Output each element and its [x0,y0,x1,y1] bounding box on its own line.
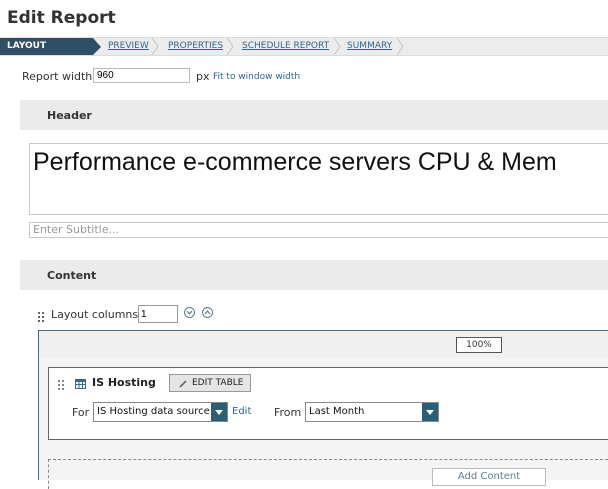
add-content-button[interactable]: Add Content [432,468,546,486]
column-width-input[interactable]: 100% [456,337,502,353]
page-title: Edit Report [7,8,116,28]
chevron-up-icon[interactable] [202,307,213,318]
content-section-bar: Content [20,260,608,290]
header-section-bar: Header [20,100,608,130]
report-title-text: Performance e-commerce servers CPU & Mem [33,148,557,176]
column-header [39,331,608,358]
step-summary[interactable]: SUMMARY [347,38,392,55]
widget-title: IS Hosting [92,376,156,389]
step-layout-builder[interactable]: LAYOUT BUILDER [0,38,93,68]
layout-columns-label: Layout columns [51,308,139,321]
data-source-value: IS Hosting data source [97,406,210,417]
from-label: From [274,406,302,419]
dropdown-arrow-icon [211,403,227,421]
layout-columns-input[interactable] [138,305,178,323]
edit-data-source-link[interactable]: Edit [232,406,251,417]
wizard-steps: LAYOUT BUILDER PREVIEW PROPERTIES SCHEDU… [0,37,608,68]
fit-to-window-link[interactable]: Fit to window width [213,72,300,82]
step-schedule-report[interactable]: SCHEDULE REPORT [242,38,329,55]
report-width-input[interactable] [93,68,190,83]
header-section-label: Header [47,109,92,122]
edit-table-label: EDIT TABLE [192,378,244,388]
table-icon [75,376,86,394]
for-label: For [72,406,90,419]
chevron-down-icon[interactable] [184,307,195,318]
time-range-select[interactable]: Last Month [305,402,439,422]
time-range-value: Last Month [309,406,365,417]
report-subtitle-input[interactable]: Enter Subtitle... [29,222,608,238]
report-width-unit: px [196,70,210,83]
report-width-label: Report width [22,70,93,83]
step-active-chevron [93,38,101,55]
content-section-label: Content [47,269,97,282]
pencil-icon [179,378,188,394]
drag-handle-icon[interactable] [38,309,44,322]
step-properties[interactable]: PROPERTIES [168,38,223,55]
data-source-select[interactable]: IS Hosting data source [93,402,228,422]
step-preview[interactable]: PREVIEW [108,38,149,55]
report-title-input[interactable]: Performance e-commerce servers CPU & Mem [29,143,608,215]
edit-table-button[interactable]: EDIT TABLE [169,374,251,392]
dropdown-arrow-icon [422,403,438,421]
drag-handle-icon[interactable] [58,377,64,390]
